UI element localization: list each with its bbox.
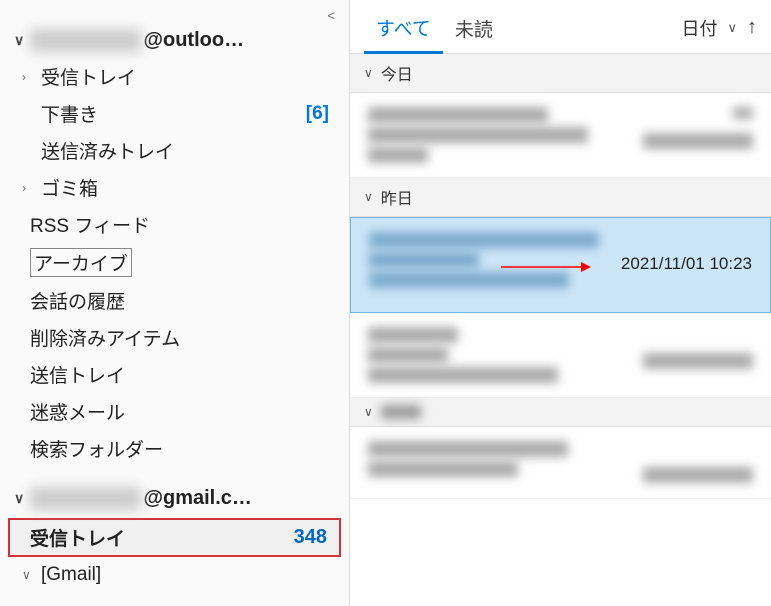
- chevron-down-icon: ∨: [727, 20, 737, 36]
- group-label: 昨日: [381, 185, 413, 209]
- message-item-selected[interactable]: 2021/11/01 10:23: [350, 217, 771, 313]
- group-header-yesterday[interactable]: ∨ 昨日: [350, 178, 771, 217]
- message-item[interactable]: [350, 427, 771, 499]
- folder-label: アーカイブ: [30, 248, 132, 277]
- folder-label: 送信済みトレイ: [41, 137, 329, 164]
- tab-all[interactable]: すべて: [364, 8, 443, 54]
- account-header-gmail[interactable]: ∨ xxxxxxxxxx @gmail.c…: [0, 481, 349, 516]
- folder-inbox-gmail[interactable]: 受信トレイ 348: [8, 518, 341, 557]
- folder-trash[interactable]: › ゴミ箱: [0, 169, 349, 206]
- chevron-down-icon: ∨: [14, 490, 24, 507]
- folder-label: RSS フィード: [30, 211, 329, 238]
- folder-count: [6]: [306, 103, 329, 125]
- folder-sent[interactable]: 送信済みトレイ: [0, 132, 349, 169]
- folder-search-folders[interactable]: 検索フォルダー: [0, 430, 349, 467]
- message-item[interactable]: [350, 313, 771, 398]
- folder-label: 送信トレイ: [30, 361, 329, 388]
- sort-dropdown[interactable]: 日付 ∨ ↑: [681, 15, 757, 47]
- folder-label: 受信トレイ: [41, 63, 329, 90]
- folder-count: 348: [294, 526, 327, 549]
- folder-junk[interactable]: 迷惑メール: [0, 393, 349, 430]
- folder-outbox[interactable]: 送信トレイ: [0, 356, 349, 393]
- folder-label: 削除済みアイテム: [30, 324, 329, 351]
- message-list-pane: すべて 未読 日付 ∨ ↑ ∨ 今日 ∨ 昨日 2021/11/01 10:23: [350, 0, 771, 606]
- folder-conversation-history[interactable]: 会話の履歴: [0, 282, 349, 319]
- folder-rss[interactable]: RSS フィード: [0, 206, 349, 243]
- chevron-down-icon: ∨: [364, 66, 373, 80]
- account-header-outlook[interactable]: ∨ xxxxxxxxxx @outloo…: [0, 23, 349, 58]
- folder-drafts[interactable]: 下書き [6]: [0, 95, 349, 132]
- annotation-arrow: [501, 260, 591, 274]
- filter-tabs: すべて 未読 日付 ∨ ↑: [350, 0, 771, 54]
- folder-label: 検索フォルダー: [30, 435, 329, 462]
- folder-archive[interactable]: アーカイブ: [0, 243, 349, 282]
- folder-label: 受信トレイ: [30, 524, 294, 551]
- chevron-down-icon: ∨: [364, 405, 373, 419]
- group-header-today[interactable]: ∨ 今日: [350, 54, 771, 93]
- folder-inbox[interactable]: › 受信トレイ: [0, 58, 349, 95]
- message-item[interactable]: [350, 93, 771, 178]
- chevron-down-icon: ∨: [14, 32, 24, 49]
- folder-deleted-items[interactable]: 削除済みアイテム: [0, 319, 349, 356]
- folder-label: 会話の履歴: [30, 287, 329, 314]
- folder-label: ゴミ箱: [41, 174, 329, 201]
- message-timestamp: 2021/11/01 10:23: [621, 254, 752, 274]
- group-label: 今日: [381, 61, 413, 85]
- collapse-sidebar-icon[interactable]: <: [0, 8, 349, 23]
- tab-unread[interactable]: 未読: [443, 9, 505, 52]
- chevron-down-icon: ∨: [364, 190, 373, 204]
- group-label-masked: xxx: [381, 405, 421, 419]
- group-header-masked[interactable]: ∨ xxx: [350, 398, 771, 427]
- chevron-right-icon: ›: [22, 70, 36, 84]
- folder-sidebar: < ∨ xxxxxxxxxx @outloo… › 受信トレイ 下書き [6] …: [0, 0, 350, 606]
- account-name-masked: xxxxxxxxxx: [30, 487, 141, 510]
- sort-label: 日付: [681, 15, 717, 41]
- folder-label: 下書き: [41, 100, 306, 127]
- account-name-masked: xxxxxxxxxx: [30, 29, 141, 52]
- arrow-up-icon[interactable]: ↑: [747, 16, 757, 39]
- folder-label: 迷惑メール: [30, 398, 329, 425]
- account-domain: @gmail.c…: [143, 487, 251, 510]
- folder-gmail-root[interactable]: ∨ [Gmail]: [0, 559, 349, 591]
- account-domain: @outloo…: [143, 29, 244, 52]
- chevron-right-icon: ›: [22, 181, 36, 195]
- folder-label: [Gmail]: [41, 564, 329, 586]
- chevron-down-icon: ∨: [22, 568, 36, 582]
